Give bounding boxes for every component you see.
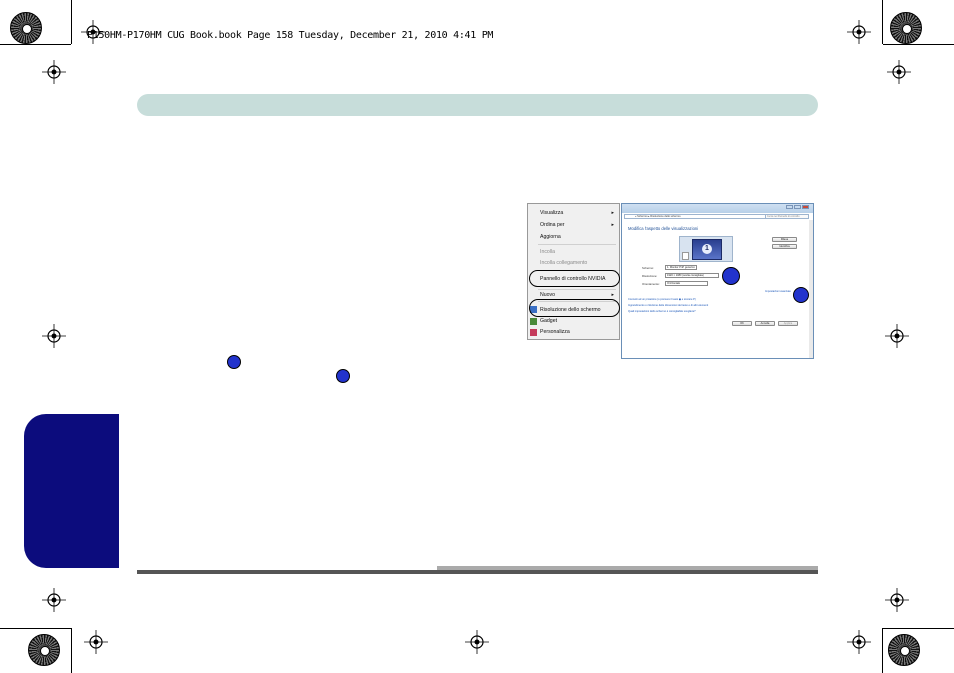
registration-rosette (10, 12, 42, 44)
search-input[interactable]: Cerca nel Pannello di controllo (765, 214, 809, 219)
screen-resolution-window: « Schermo ▸ Risoluzione dello schermo Ce… (621, 203, 814, 359)
monitor-layout-area: 1 (679, 236, 733, 262)
highlight-oval (529, 299, 620, 317)
cancel-button[interactable]: Annulla (755, 321, 775, 326)
resolution-label: Risoluzione: (642, 274, 658, 278)
menu-separator (538, 289, 616, 290)
menu-item-refresh[interactable]: Aggiorna (540, 234, 561, 240)
registration-rosette (28, 634, 60, 666)
menu-item-gadgets[interactable]: Gadget (540, 318, 557, 324)
crosshair-icon (42, 60, 66, 84)
apply-button[interactable]: Applica (778, 321, 798, 326)
crosshair-icon (465, 630, 489, 654)
desktop-context-menu: Visualizza ▸ Ordina per ▸ Aggiorna Incol… (527, 203, 620, 340)
crosshair-icon (885, 324, 909, 348)
close-icon[interactable] (802, 205, 809, 209)
breadcrumb: « Schermo ▸ Risoluzione dello schermo (635, 215, 681, 218)
menu-item-paste-shortcut: Incolla collegamento (540, 260, 588, 266)
ok-button[interactable]: OK (732, 321, 752, 326)
registration-rosette (890, 12, 922, 44)
resolution-select[interactable]: 1920 × 1080 (scelta consigliata) (665, 273, 719, 278)
page-title: Modifica l'aspetto delle visualizzazioni (628, 226, 699, 231)
help-link[interactable]: Quali impostazioni dello schermo è consi… (628, 310, 696, 313)
orientation-label: Orientamento: (642, 282, 660, 286)
section-side-tab (24, 414, 119, 568)
menu-item-sort-by[interactable]: Ordina per (540, 222, 565, 228)
scrollbar[interactable] (809, 220, 813, 358)
chapter-title-bar (137, 94, 818, 116)
callout-marker-1 (227, 355, 241, 369)
crosshair-icon (887, 60, 911, 84)
text-size-link[interactable]: Ingrandimento o riduzione delle dimensio… (628, 304, 708, 307)
search-placeholder: Cerca nel Pannello di controllo (767, 215, 800, 218)
highlight-oval (529, 270, 620, 287)
crosshair-icon (84, 630, 108, 654)
callout-marker-1 (722, 267, 740, 285)
crosshair-icon (42, 324, 66, 348)
detect-button[interactable]: Rileva (772, 237, 797, 242)
secondary-display-icon (682, 252, 689, 260)
display-select[interactable]: 1. Monitor PnP generico (665, 265, 697, 270)
menu-separator (538, 244, 616, 245)
callout-marker-2 (336, 369, 350, 383)
menu-item-personalize[interactable]: Personalizza (540, 329, 570, 335)
submenu-arrow-icon: ▸ (611, 222, 614, 228)
running-header: P150HM-P170HM CUG Book.book Page 158 Tue… (87, 30, 494, 41)
footer-rule (137, 566, 818, 574)
submenu-arrow-icon: ▸ (611, 292, 614, 298)
registration-rosette (888, 634, 920, 666)
monitor-number: 1 (702, 244, 712, 254)
menu-item-paste: Incolla (540, 249, 555, 255)
orientation-select[interactable]: Orizzontale (665, 281, 708, 286)
display-label: Schermo: (642, 266, 654, 270)
minimize-icon[interactable] (786, 205, 793, 209)
projector-link[interactable]: Connetti ad un proiettore (o premere il … (628, 298, 696, 301)
identify-button[interactable]: Identifica (772, 244, 797, 249)
crosshair-icon (847, 630, 871, 654)
gadget-icon (530, 318, 537, 325)
callout-marker-2 (793, 287, 809, 303)
crosshair-icon (847, 20, 871, 44)
window-title-bar (622, 204, 813, 213)
crosshair-icon (42, 588, 66, 612)
personalize-icon (530, 329, 537, 336)
menu-item-new[interactable]: Nuovo (540, 292, 555, 298)
maximize-icon[interactable] (794, 205, 801, 209)
menu-item-view[interactable]: Visualizza (540, 210, 563, 216)
monitor-icon[interactable]: 1 (692, 239, 722, 260)
advanced-settings-link[interactable]: Impostazioni avanzate (765, 290, 791, 293)
submenu-arrow-icon: ▸ (611, 210, 614, 216)
crosshair-icon (885, 588, 909, 612)
